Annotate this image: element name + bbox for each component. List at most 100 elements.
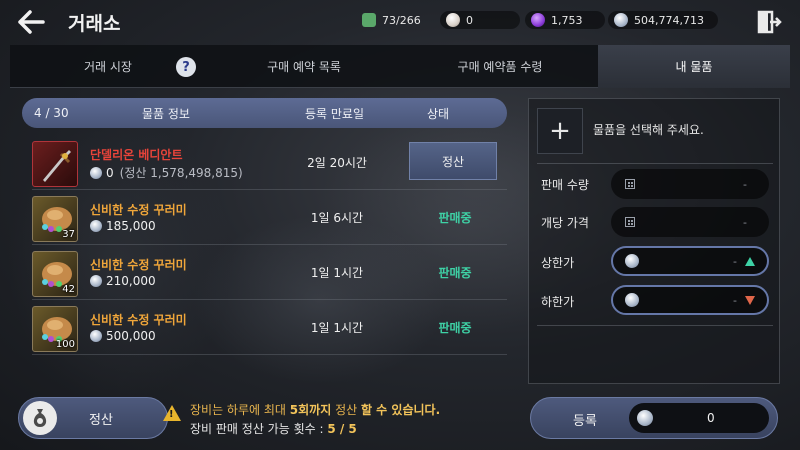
settlement-limit-notice: 장비는 하루에 최대 5회까지 정산 할 수 있습니다. [190, 401, 440, 418]
register-label: 등록 [573, 414, 597, 429]
crystal-bundle-icon: 42 [32, 251, 78, 297]
unit-price-label: 개당 가격 [541, 216, 589, 230]
item-price-value: 185,000 [106, 219, 156, 233]
notice-highlight: 5회까지 [289, 403, 332, 417]
list-header: 4 / 30 물품 정보 등록 만료일 상태 [22, 98, 507, 128]
gem-value: 1,753 [551, 13, 583, 27]
tab-market-label: 거래 시장 [84, 60, 132, 74]
silver-coin-icon [90, 275, 102, 287]
page-title: 거래소 [68, 13, 121, 35]
crystal-bundle-icon: 100 [32, 306, 78, 352]
notice-text: 장비는 하루에 최대 [190, 403, 290, 417]
back-arrow-icon[interactable] [16, 8, 46, 36]
item-expiry: 2일 20시간 [307, 156, 367, 170]
item-price: 500,000 [90, 329, 156, 343]
tab-my-items-label: 내 물품 [675, 60, 713, 74]
list-item[interactable]: 42 신비한 수정 꾸러미 210,000 1일 1시간 판매중 [32, 246, 507, 300]
list-item[interactable]: 37 신비한 수정 꾸러미 185,000 1일 6시간 판매중 [32, 191, 507, 245]
item-name: 신비한 수정 꾸러미 [90, 313, 187, 327]
item-price-value: 210,000 [106, 274, 156, 288]
item-price: 185,000 [90, 219, 156, 233]
settle-item-button[interactable]: 정산 [409, 142, 497, 180]
silver-currency: 504,774,713 [608, 10, 718, 30]
item-status: 판매중 [438, 211, 472, 225]
item-expiry: 1일 6시간 [310, 211, 364, 225]
tab-my-items[interactable]: 내 물품 [598, 45, 790, 88]
silver-coin-icon [90, 220, 102, 232]
item-price-value: 0 [106, 165, 114, 180]
crystal-bundle-icon: 37 [32, 196, 78, 242]
my-items-list: 4 / 30 물품 정보 등록 만료일 상태 단델리온 베디안트 0 (정산 1… [22, 98, 507, 390]
register-amount: 0 [629, 403, 769, 433]
lower-limit-value: - [733, 293, 737, 307]
register-button[interactable]: 등록 0 [530, 397, 778, 439]
upper-limit-value: - [733, 254, 737, 268]
tab-purchase-reservations[interactable]: 구매 예약 목록 [206, 45, 402, 88]
unit-price-field[interactable]: - [611, 207, 769, 237]
silver-value: 504,774,713 [634, 13, 704, 27]
exit-door-icon[interactable] [756, 9, 782, 35]
item-price: 0 (정산 1,578,498,815) [90, 164, 243, 181]
settle-all-button[interactable]: 정산 [18, 397, 168, 439]
notice-text: 정산 [331, 403, 361, 417]
upper-limit-field[interactable]: - [611, 246, 769, 276]
divider [537, 163, 773, 164]
item-count: 4 / 30 [34, 106, 69, 120]
weapon-item-icon [32, 141, 78, 187]
pearl-value: 0 [466, 13, 473, 27]
sell-registration-panel: + 물품을 선택해 주세요. 판매 수량 - 개당 가격 - 상한가 - 하한가… [528, 98, 780, 384]
stamina-currency: 73/266 [362, 10, 421, 30]
select-item-hint: 물품을 선택해 주세요. [593, 123, 704, 137]
add-item-plus-icon[interactable]: + [537, 108, 583, 154]
silver-coin-icon [625, 293, 639, 307]
item-name: 신비한 수정 꾸러미 [90, 203, 187, 217]
increase-arrow-icon[interactable] [745, 256, 755, 266]
item-settlement-note: (정산 1,578,498,815) [119, 166, 243, 180]
sell-quantity-label: 판매 수량 [541, 178, 589, 192]
settlement-count-notice: 장비 판매 정산 가능 횟수 : 5 / 5 [190, 420, 357, 437]
item-quantity: 42 [62, 284, 75, 295]
gem-currency: 1,753 [525, 10, 605, 30]
settle-all-label: 정산 [89, 412, 113, 428]
item-price-value: 500,000 [106, 329, 156, 343]
item-expiry: 1일 1시간 [310, 266, 364, 280]
item-quantity: 100 [55, 339, 75, 350]
item-expiry: 1일 1시간 [310, 321, 364, 335]
list-item[interactable]: 단델리온 베디안트 0 (정산 1,578,498,815) 2일 20시간 정… [32, 136, 507, 190]
help-icon[interactable]: ? [176, 57, 196, 77]
register-amount-value: 0 [707, 411, 715, 425]
tab-market[interactable]: 거래 시장 ? [10, 45, 206, 88]
warning-icon: ! [163, 405, 181, 421]
tab-purchase-reservations-label: 구매 예약 목록 [267, 60, 341, 74]
notice-text: 장비 판매 정산 가능 횟수 : [190, 422, 328, 436]
item-price: 210,000 [90, 274, 156, 288]
sell-quantity-value: - [743, 177, 747, 191]
pearl-icon [446, 13, 460, 27]
silver-coin-icon [625, 254, 639, 268]
item-quantity: 37 [62, 229, 75, 240]
keypad-icon [625, 217, 635, 227]
notice-highlight: 할 수 있습니다. [360, 403, 441, 417]
item-name: 신비한 수정 꾸러미 [90, 258, 187, 272]
upper-limit-label: 상한가 [541, 256, 575, 270]
list-item[interactable]: 100 신비한 수정 꾸러미 500,000 1일 1시간 판매중 [32, 301, 507, 355]
keypad-icon [625, 179, 635, 189]
tab-bar: 거래 시장 ? 구매 예약 목록 구매 예약품 수령 내 물품 [10, 45, 790, 88]
item-name: 단델리온 베디안트 [90, 148, 183, 162]
money-bag-icon [23, 401, 57, 435]
col-expiry: 등록 만료일 [305, 106, 365, 121]
col-item-info: 물품 정보 [142, 106, 190, 121]
silver-coin-icon [90, 330, 102, 342]
lower-limit-field[interactable]: - [611, 285, 769, 315]
silver-coin-icon [614, 13, 628, 27]
tab-reservation-receipt-label: 구매 예약품 수령 [457, 60, 543, 74]
decrease-arrow-icon[interactable] [745, 295, 755, 305]
stamina-value: 73/266 [382, 13, 421, 27]
sell-quantity-field[interactable]: - [611, 169, 769, 199]
item-status: 판매중 [438, 266, 472, 280]
divider [537, 325, 773, 326]
tab-reservation-receipt[interactable]: 구매 예약품 수령 [402, 45, 598, 88]
settlement-count-value: 5 / 5 [327, 422, 357, 436]
top-bar: 거래소 73/266 0 1,753 504,774,713 [0, 0, 800, 44]
silver-coin-icon [637, 410, 653, 426]
